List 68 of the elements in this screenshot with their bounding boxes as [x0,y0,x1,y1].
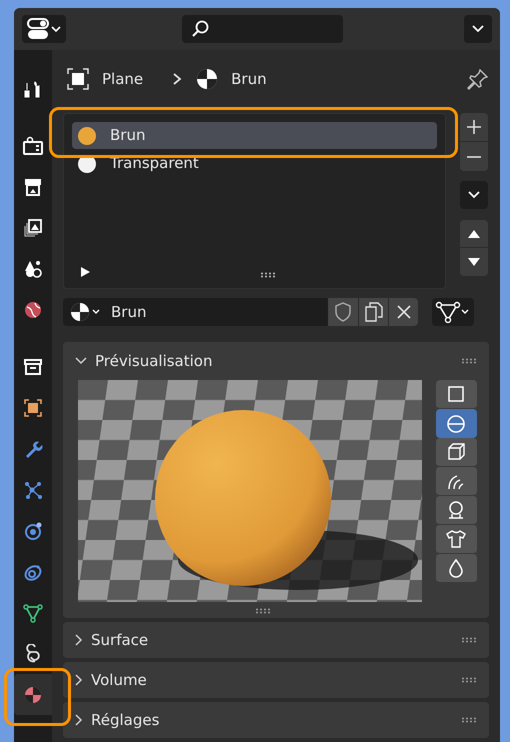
box-icon [23,356,43,376]
options-dropdown[interactable] [464,15,492,43]
printer-icon [23,176,43,196]
highlight-frame [4,668,71,726]
preview-shape-button[interactable] [436,496,476,525]
resize-grip-icon[interactable] [255,608,271,614]
chevron-right-icon [171,72,184,86]
material-datablock-field[interactable]: Brun [63,298,418,326]
preview-shape-button[interactable] [436,409,476,438]
preview-shape-button[interactable] [436,554,476,583]
orbit-icon [23,520,43,540]
chevron-down-icon [468,191,480,199]
drag-handle-icon[interactable] [461,358,477,364]
images-icon [23,218,43,238]
sphere-icon [446,414,466,434]
pin-icon[interactable] [467,68,489,90]
copy-icon [364,302,384,322]
preview-shape-button[interactable] [436,438,476,467]
drag-handle-icon[interactable] [461,637,477,643]
unlink-button[interactable] [388,298,418,326]
plus-icon [467,120,481,134]
preview-shape-button[interactable] [436,467,476,496]
slot-specials-button[interactable] [460,181,488,209]
camera-icon [23,136,43,156]
panel-header[interactable]: Volume [63,662,489,698]
object-icon [66,67,90,91]
breadcrumb-material: Brun [231,68,267,90]
resize-grip-icon[interactable] [260,272,276,278]
plane-icon [446,384,466,404]
preview-shape-button[interactable] [436,525,476,554]
material-slot[interactable]: Brun [72,122,437,149]
search-field[interactable] [182,15,343,43]
chevron-right-icon [75,674,83,686]
material-name[interactable]: Brun [109,298,328,326]
chevron-right-icon [75,634,83,646]
link-mode-button[interactable] [432,298,474,326]
preview-shape-button[interactable] [436,380,476,409]
triangle-up-icon [467,228,481,238]
chevron-right-icon [75,714,83,726]
editor-type-button[interactable] [22,15,66,43]
search-icon [190,19,210,39]
panel-header[interactable]: Surface [63,622,489,658]
chevron-down-icon [472,25,484,33]
chevron-down-icon [75,357,87,365]
drag-handle-icon[interactable] [461,677,477,683]
shield-icon [334,302,352,322]
close-icon [396,305,410,319]
drag-handle-icon[interactable] [461,717,477,723]
shapes-icon [23,258,43,278]
mesh-triangle-icon [435,301,471,323]
material-icon [195,67,220,91]
shirt-icon [446,529,466,549]
panel-header[interactable]: Réglages [63,702,489,738]
material-slot[interactable]: Transparent [72,150,437,177]
duplicate-button[interactable] [358,298,388,326]
triangle-down-icon [467,257,481,267]
nodes-icon [23,480,43,500]
breadcrumb-object: Plane [102,68,144,90]
monkey-head-icon [446,500,466,520]
material-icon [70,302,102,322]
triangle-mesh-icon [23,602,43,622]
material-icon [23,684,43,704]
minus-icon [467,156,481,158]
cube-icon [446,442,466,462]
play-icon[interactable] [79,266,91,278]
panel-header[interactable]: Prévisualisation [63,342,489,380]
fake-user-button[interactable] [328,298,358,326]
object-icon [23,398,43,418]
